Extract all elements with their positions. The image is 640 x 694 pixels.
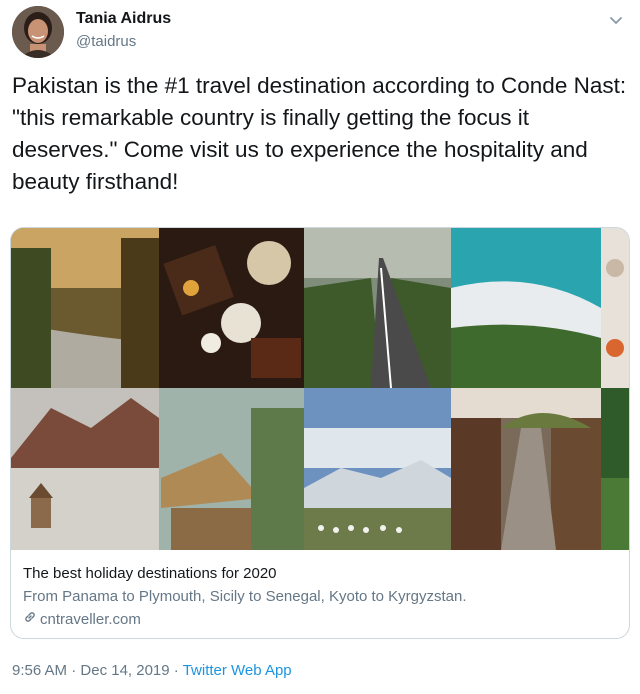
separator: · bbox=[169, 662, 183, 679]
collage-tile-forest-road bbox=[11, 228, 159, 388]
card-image-collage bbox=[11, 228, 629, 550]
separator: · bbox=[67, 662, 81, 679]
source-app-link[interactable]: Twitter Web App bbox=[183, 662, 292, 679]
chevron-down-icon[interactable] bbox=[606, 10, 626, 30]
link-icon bbox=[23, 610, 37, 629]
tweet-metadata: 9:56 AM · Dec 14, 2019 · Twitter Web App bbox=[12, 662, 292, 679]
collage-tile-road bbox=[304, 228, 451, 389]
collage-tile-valley bbox=[304, 388, 451, 550]
link-card[interactable]: The best holiday destinations for 2020 F… bbox=[10, 227, 630, 639]
collage-tile-forest bbox=[601, 388, 629, 550]
avatar[interactable] bbox=[12, 6, 64, 58]
collage-tile-hut bbox=[159, 388, 304, 550]
author-name[interactable]: Tania Aidrus bbox=[76, 10, 171, 28]
avatar-image bbox=[12, 6, 64, 58]
author-handle[interactable]: @taidrus bbox=[76, 33, 136, 50]
card-domain: cntraveller.com bbox=[23, 610, 467, 629]
tweet-time[interactable]: 9:56 AM bbox=[12, 662, 67, 679]
collage-tile-mountain-monastery bbox=[11, 388, 159, 550]
card-description: From Panama to Plymouth, Sicily to Seneg… bbox=[23, 588, 467, 605]
collage-tile-beach bbox=[451, 228, 601, 388]
collage-tile-seafood bbox=[601, 228, 629, 388]
card-domain-text: cntraveller.com bbox=[40, 611, 141, 628]
tweet-text: Pakistan is the #1 travel destination ac… bbox=[12, 73, 627, 194]
tweet-date[interactable]: Dec 14, 2019 bbox=[80, 662, 169, 679]
card-title: The best holiday destinations for 2020 bbox=[23, 565, 277, 582]
collage-tile-food bbox=[159, 228, 304, 388]
collage-tile-street bbox=[451, 388, 601, 550]
card-meta: The best holiday destinations for 2020 F… bbox=[23, 564, 467, 629]
